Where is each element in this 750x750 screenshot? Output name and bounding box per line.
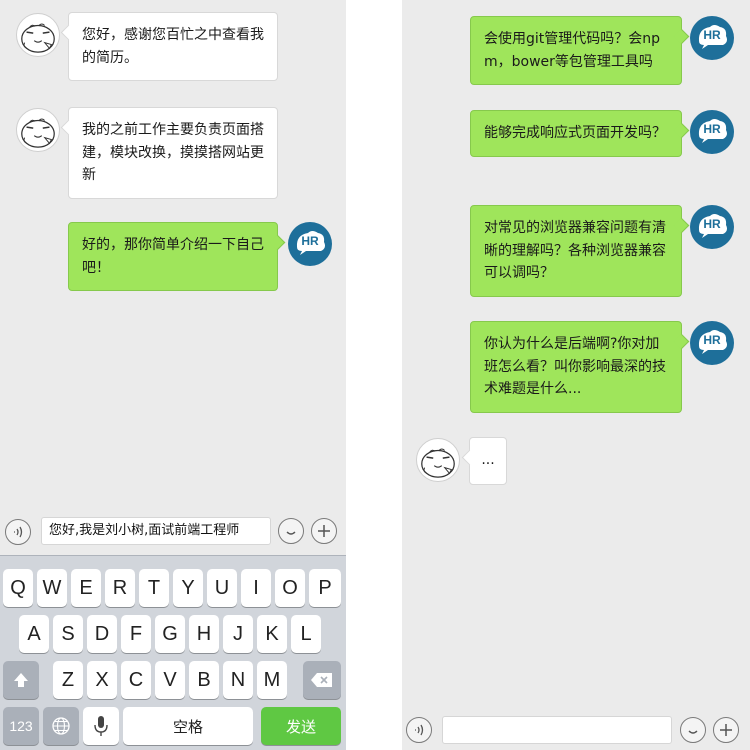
candidate-avatar[interactable] bbox=[16, 13, 60, 57]
key-s[interactable]: S bbox=[53, 615, 83, 653]
globe-icon bbox=[52, 717, 70, 735]
key-v[interactable]: V bbox=[155, 661, 185, 699]
message-text: 能够完成响应式页面开发吗？ bbox=[484, 125, 666, 141]
message-text: 对常见的浏览器兼容问题有清晰的理解吗？各种浏览器兼容可以调吗？ bbox=[484, 220, 666, 281]
key-m[interactable]: M bbox=[257, 661, 287, 699]
right-chat-panel: 会使用git管理代码吗？会npm，bower等包管理工具吗 HR 能够完成响应式… bbox=[402, 0, 750, 750]
message-input[interactable] bbox=[442, 716, 672, 744]
plus-icon[interactable] bbox=[311, 518, 337, 544]
candidate-avatar[interactable] bbox=[16, 108, 60, 152]
key-g[interactable]: G bbox=[155, 615, 185, 653]
chat-bubble-hr: 你认为什么是后端啊?你对加班怎么看？叫你影响最深的技术难题是什么... bbox=[470, 321, 682, 413]
key-u[interactable]: U bbox=[207, 569, 237, 607]
key-p[interactable]: P bbox=[309, 569, 341, 607]
space-key[interactable]: 空格 bbox=[123, 707, 253, 745]
send-button[interactable]: 发送 bbox=[261, 707, 341, 745]
key-a[interactable]: A bbox=[19, 615, 49, 653]
key-l[interactable]: L bbox=[291, 615, 321, 653]
message-text: 你认为什么是后端啊?你对加班怎么看？叫你影响最深的技术难题是什么... bbox=[484, 336, 666, 397]
microphone-key[interactable] bbox=[83, 707, 119, 745]
key-y[interactable]: Y bbox=[173, 569, 203, 607]
plus-icon[interactable] bbox=[713, 717, 739, 743]
message-text: 您好，感谢您百忙之中查看我的简历。 bbox=[82, 27, 264, 66]
on-screen-keyboard: Q W E R T Y U I O P A S D F G H J K L Z … bbox=[0, 555, 346, 750]
chat-bubble-hr: 能够完成响应式页面开发吗？ bbox=[470, 110, 682, 157]
key-x[interactable]: X bbox=[87, 661, 117, 699]
message-text: 我的之前工作主要负责页面搭建，模块改换，摸摸搭网站更新 bbox=[82, 122, 264, 183]
key-z[interactable]: Z bbox=[53, 661, 83, 699]
hr-avatar-label: HR bbox=[301, 234, 319, 248]
chat-bubble-hr: 会使用git管理代码吗？会npm，bower等包管理工具吗 bbox=[470, 16, 682, 85]
key-e[interactable]: E bbox=[71, 569, 101, 607]
globe-key[interactable] bbox=[43, 707, 79, 745]
emoji-icon[interactable] bbox=[680, 717, 706, 743]
hr-avatar[interactable]: HR bbox=[288, 222, 332, 266]
chat-bubble-candidate-typing: ... bbox=[469, 437, 507, 485]
key-j[interactable]: J bbox=[223, 615, 253, 653]
message-input-bar bbox=[402, 712, 750, 748]
message-input-bar: 您好,我是刘小树,面试前端工程师 bbox=[0, 514, 346, 550]
key-q[interactable]: Q bbox=[3, 569, 33, 607]
hr-avatar-label: HR bbox=[703, 122, 721, 136]
key-o[interactable]: O bbox=[275, 569, 305, 607]
hr-avatar[interactable]: HR bbox=[690, 205, 734, 249]
message-text: 好的，那你简单介绍一下自己吧！ bbox=[82, 237, 264, 276]
key-i[interactable]: I bbox=[241, 569, 271, 607]
key-c[interactable]: C bbox=[121, 661, 151, 699]
backspace-key[interactable] bbox=[303, 661, 341, 699]
key-b[interactable]: B bbox=[189, 661, 219, 699]
voice-icon[interactable] bbox=[406, 717, 432, 743]
hr-avatar[interactable]: HR bbox=[690, 16, 734, 60]
key-t[interactable]: T bbox=[139, 569, 169, 607]
key-d[interactable]: D bbox=[87, 615, 117, 653]
voice-icon[interactable] bbox=[5, 519, 31, 545]
hr-avatar[interactable]: HR bbox=[690, 321, 734, 365]
backspace-icon bbox=[311, 673, 332, 687]
shift-key[interactable] bbox=[3, 661, 39, 699]
key-w[interactable]: W bbox=[37, 569, 67, 607]
shift-icon bbox=[14, 673, 28, 687]
hr-avatar-label: HR bbox=[703, 28, 721, 42]
message-input[interactable]: 您好,我是刘小树,面试前端工程师 bbox=[41, 517, 271, 545]
chat-bubble-hr: 好的，那你简单介绍一下自己吧！ bbox=[68, 222, 278, 291]
microphone-icon bbox=[94, 716, 108, 736]
left-chat-panel: 您好，感谢您百忙之中查看我的简历。 我的之前工作主要负责页面搭建，模块改换，摸摸… bbox=[0, 0, 346, 750]
message-text: 会使用git管理代码吗？会npm，bower等包管理工具吗 bbox=[484, 31, 661, 70]
key-r[interactable]: R bbox=[105, 569, 135, 607]
chat-bubble-candidate: 您好，感谢您百忙之中查看我的简历。 bbox=[68, 12, 278, 81]
emoji-icon[interactable] bbox=[278, 518, 304, 544]
key-f[interactable]: F bbox=[121, 615, 151, 653]
key-n[interactable]: N bbox=[223, 661, 253, 699]
hr-avatar[interactable]: HR bbox=[690, 110, 734, 154]
chat-bubble-hr: 对常见的浏览器兼容问题有清晰的理解吗？各种浏览器兼容可以调吗？ bbox=[470, 205, 682, 297]
message-text: ... bbox=[481, 452, 495, 468]
candidate-avatar[interactable] bbox=[416, 438, 460, 482]
chat-bubble-candidate: 我的之前工作主要负责页面搭建，模块改换，摸摸搭网站更新 bbox=[68, 107, 278, 199]
key-k[interactable]: K bbox=[257, 615, 287, 653]
key-h[interactable]: H bbox=[189, 615, 219, 653]
hr-avatar-label: HR bbox=[703, 217, 721, 231]
hr-avatar-label: HR bbox=[703, 333, 721, 347]
numbers-key[interactable]: 123 bbox=[3, 707, 39, 745]
